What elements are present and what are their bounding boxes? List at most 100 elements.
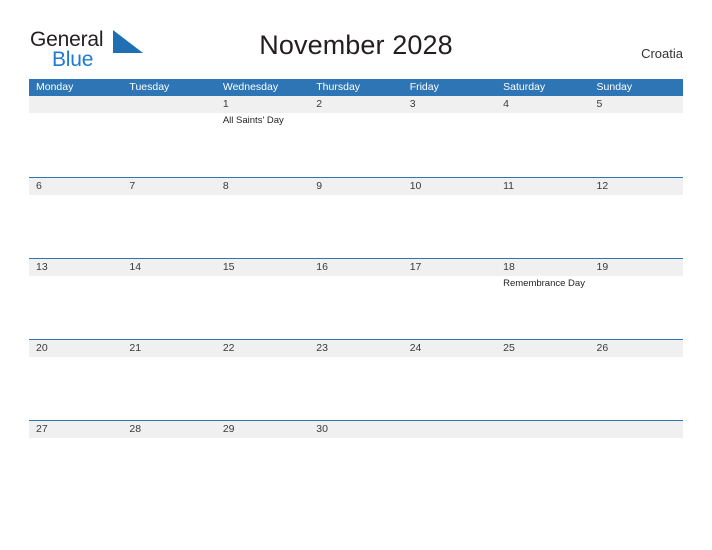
day-number: 14 bbox=[129, 261, 142, 273]
day-events bbox=[503, 195, 589, 197]
weekday-header-tuesday: Tuesday bbox=[129, 81, 170, 93]
day-number: 7 bbox=[129, 180, 136, 192]
weekday-header-monday: Monday bbox=[36, 81, 74, 93]
day-cell[interactable]: 16 bbox=[309, 259, 402, 339]
calendar-week-row: 27 28 29 30 bbox=[29, 420, 683, 501]
day-cell[interactable]: 8 bbox=[216, 178, 309, 258]
day-cell[interactable]: 1 All Saints' Day bbox=[216, 96, 309, 177]
day-cell[interactable]: 2 bbox=[309, 96, 402, 177]
day-number: 10 bbox=[409, 180, 422, 192]
day-cell[interactable]: 17 bbox=[403, 259, 496, 339]
day-number: 26 bbox=[596, 342, 609, 354]
weekday-header-saturday: Saturday bbox=[503, 81, 546, 93]
day-cell-empty bbox=[590, 421, 683, 501]
day-number: 5 bbox=[596, 98, 603, 110]
day-cell[interactable]: 21 bbox=[122, 340, 215, 420]
day-number: 16 bbox=[316, 261, 328, 273]
day-events bbox=[597, 195, 683, 197]
day-events bbox=[36, 276, 122, 278]
day-events bbox=[316, 357, 402, 359]
day-events bbox=[316, 113, 402, 115]
day-cell[interactable]: 18 Remembrance Day bbox=[496, 259, 589, 339]
day-events bbox=[316, 438, 402, 440]
day-number: 11 bbox=[503, 180, 515, 192]
day-cell[interactable]: 20 bbox=[29, 340, 122, 420]
day-events bbox=[410, 276, 496, 278]
day-number: 15 bbox=[222, 261, 235, 273]
day-cell[interactable]: 22 bbox=[216, 340, 309, 420]
day-cell[interactable]: 25 bbox=[496, 340, 589, 420]
day-cell[interactable]: 19 bbox=[590, 259, 683, 339]
page-title: November 2028 bbox=[259, 30, 453, 60]
day-number: 9 bbox=[316, 180, 323, 192]
week-day-cells: 27 28 29 30 bbox=[29, 421, 683, 501]
day-cell[interactable]: 7 bbox=[122, 178, 215, 258]
day-cell[interactable]: 6 bbox=[29, 178, 122, 258]
holiday-label: All Saints' Day bbox=[222, 115, 284, 126]
day-cell[interactable]: 26 bbox=[590, 340, 683, 420]
day-cell[interactable]: 12 bbox=[590, 178, 683, 258]
day-events bbox=[223, 276, 309, 278]
day-number: 8 bbox=[222, 180, 229, 192]
day-cell[interactable]: 23 bbox=[309, 340, 402, 420]
day-events bbox=[36, 113, 122, 115]
day-events bbox=[410, 357, 496, 359]
day-events bbox=[129, 113, 215, 115]
day-events bbox=[410, 438, 496, 440]
day-cell[interactable]: 30 bbox=[309, 421, 402, 501]
day-events bbox=[129, 438, 215, 440]
day-number: 6 bbox=[36, 180, 42, 192]
day-cell[interactable]: 10 bbox=[403, 178, 496, 258]
day-events bbox=[503, 357, 589, 359]
week-day-cells: 20 21 22 23 24 25 26 bbox=[29, 340, 683, 420]
day-cell[interactable]: 4 bbox=[496, 96, 589, 177]
day-number: 29 bbox=[222, 423, 235, 435]
day-cell[interactable]: 28 bbox=[122, 421, 215, 501]
calendar-weeks: 1 All Saints' Day 2 3 4 5 6 7 8 9 10 11 12 13 14 15 16 17… bbox=[29, 96, 683, 501]
day-number: 22 bbox=[222, 342, 235, 354]
day-cell-empty bbox=[29, 96, 122, 177]
day-number: 27 bbox=[36, 423, 48, 435]
calendar-week-row: 6 7 8 9 10 11 12 bbox=[29, 177, 683, 258]
weekday-header-wednesday: Wednesday bbox=[222, 81, 279, 93]
calendar-week-row: 13 14 15 16 17 18 Remembrance Day 19 bbox=[29, 258, 683, 339]
day-events bbox=[129, 195, 215, 197]
day-events bbox=[36, 438, 122, 440]
day-events: Remembrance Day bbox=[503, 276, 589, 290]
day-number: 23 bbox=[316, 342, 328, 354]
day-events bbox=[597, 357, 683, 359]
day-number: 28 bbox=[129, 423, 142, 435]
day-cell[interactable]: 24 bbox=[403, 340, 496, 420]
day-events bbox=[410, 113, 496, 115]
day-cell[interactable]: 14 bbox=[122, 259, 215, 339]
day-number: 17 bbox=[409, 261, 422, 273]
day-events bbox=[503, 113, 589, 115]
day-cell[interactable]: 13 bbox=[29, 259, 122, 339]
day-events bbox=[129, 276, 215, 278]
day-cell[interactable]: 11 bbox=[496, 178, 589, 258]
holiday-label: Remembrance Day bbox=[503, 278, 585, 289]
country-label: Croatia bbox=[641, 46, 683, 61]
day-cell[interactable]: 27 bbox=[29, 421, 122, 501]
day-number: 4 bbox=[503, 98, 509, 110]
day-events bbox=[223, 195, 309, 197]
page-header: General Blue November 2028 Croatia bbox=[0, 0, 712, 78]
day-number: 25 bbox=[503, 342, 515, 354]
day-number: 19 bbox=[596, 261, 609, 273]
day-events: All Saints' Day bbox=[223, 113, 309, 127]
day-number: 18 bbox=[503, 261, 515, 273]
day-number: 12 bbox=[596, 180, 609, 192]
day-cell[interactable]: 3 bbox=[403, 96, 496, 177]
day-cell[interactable]: 9 bbox=[309, 178, 402, 258]
day-cell[interactable]: 15 bbox=[216, 259, 309, 339]
weekday-header-sunday: Sunday bbox=[596, 81, 633, 93]
week-day-cells: 13 14 15 16 17 18 Remembrance Day 19 bbox=[29, 259, 683, 339]
day-events bbox=[223, 357, 309, 359]
weekday-header-row: Monday Tuesday Wednesday Thursday Friday… bbox=[29, 79, 683, 96]
day-events bbox=[597, 113, 683, 115]
day-events bbox=[129, 357, 215, 359]
week-day-cells: 1 All Saints' Day 2 3 4 5 bbox=[29, 96, 683, 177]
day-cell[interactable]: 5 bbox=[590, 96, 683, 177]
day-cell[interactable]: 29 bbox=[216, 421, 309, 501]
day-cell-empty bbox=[122, 96, 215, 177]
